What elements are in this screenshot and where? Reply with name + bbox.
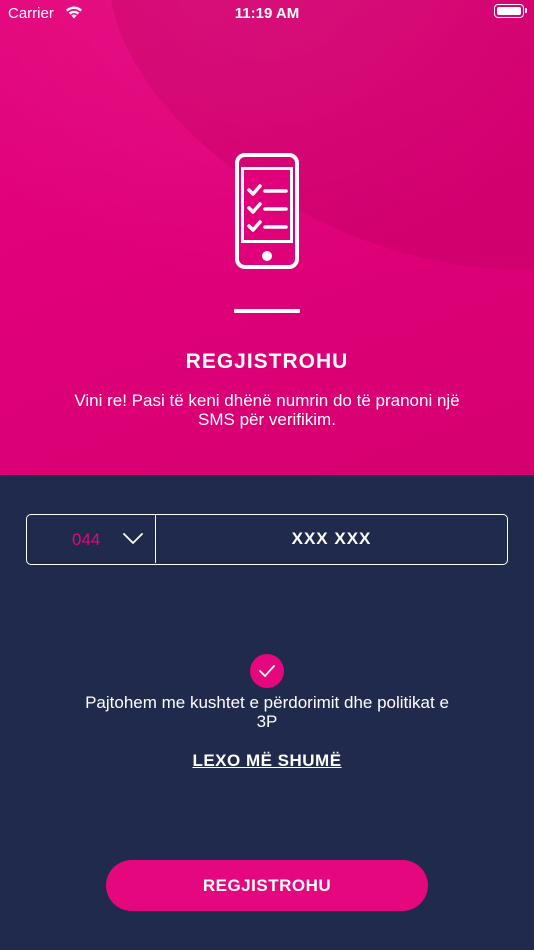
page-title: REGJISTROHU xyxy=(185,350,349,373)
chevron-down-icon xyxy=(123,532,143,550)
prefix-dropdown[interactable]: 044 xyxy=(27,515,156,563)
phone-number-field: 044 xyxy=(26,514,508,565)
checkmark-icon xyxy=(259,665,275,677)
page-subtitle: Vini re! Pasi të keni dhënë numrin do të… xyxy=(74,391,460,429)
consent-checkbox[interactable] xyxy=(250,654,284,688)
clock: 11:19 AM xyxy=(234,5,300,22)
prefix-value: 044 xyxy=(72,530,101,549)
phone-checklist-icon xyxy=(235,153,299,274)
header-panel: Carrier 11:19 AM REGJISTROHU Vini re! Pa… xyxy=(0,0,534,475)
register-button[interactable]: REGJISTROHU xyxy=(106,860,428,911)
consent-text: Pajtohem me kushtet e përdorimit dhe pol… xyxy=(85,693,449,731)
phone-number-input[interactable] xyxy=(157,515,506,563)
read-more-link[interactable]: LEXO MË SHUMË xyxy=(0,751,534,771)
status-bar: Carrier 11:19 AM xyxy=(0,0,534,28)
title-divider xyxy=(234,309,300,313)
battery-icon xyxy=(494,4,527,18)
